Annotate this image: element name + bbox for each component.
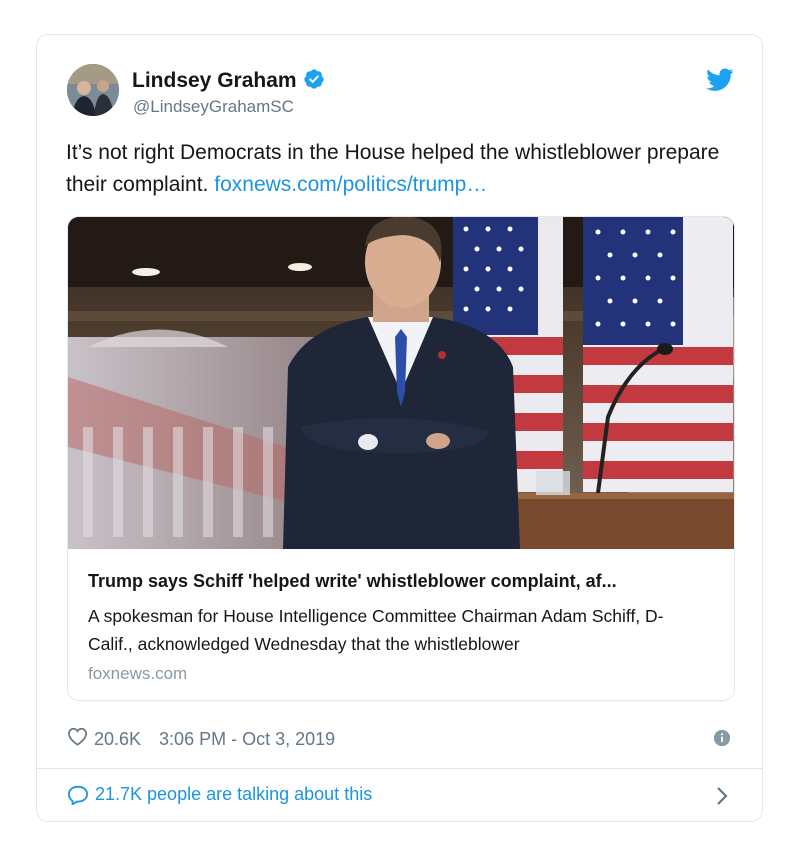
talking-about-label: 21.7K people are talking about this: [95, 784, 373, 804]
info-icon[interactable]: [713, 729, 731, 752]
divider: [37, 768, 762, 769]
heart-icon[interactable]: [67, 727, 88, 751]
comment-bubble-icon: [67, 785, 89, 805]
talking-about-link[interactable]: 21.7K people are talking about this: [67, 784, 372, 805]
link-preview-card[interactable]: Trump says Schiff 'helped write' whistle…: [67, 216, 735, 701]
twitter-bird-icon[interactable]: [706, 68, 734, 97]
tweet-embed-card: Lindsey Graham @LindseyGrahamSC It’s not…: [36, 34, 763, 822]
author-handle[interactable]: @LindseyGrahamSC: [133, 97, 294, 117]
tweet-text: It’s not right Democrats in the House he…: [66, 141, 720, 196]
like-count[interactable]: 20.6K: [94, 729, 141, 750]
article-photo: [68, 217, 734, 549]
verified-badge-icon: [303, 68, 325, 96]
card-description: A spokesman for House Intelligence Commi…: [88, 606, 664, 654]
timestamp[interactable]: 3:06 PM - Oct 3, 2019: [159, 729, 335, 750]
card-domain: foxnews.com: [88, 664, 188, 683]
author-name[interactable]: Lindsey Graham: [132, 68, 325, 96]
tweet-meta: 20.6K 3:06 PM - Oct 3, 2019: [67, 727, 335, 751]
card-title[interactable]: Trump says Schiff 'helped write' whistle…: [88, 571, 617, 592]
avatar[interactable]: [67, 64, 119, 116]
chevron-right-icon[interactable]: [715, 786, 729, 811]
tweet-link[interactable]: foxnews.com/politics/trump…: [214, 173, 487, 196]
